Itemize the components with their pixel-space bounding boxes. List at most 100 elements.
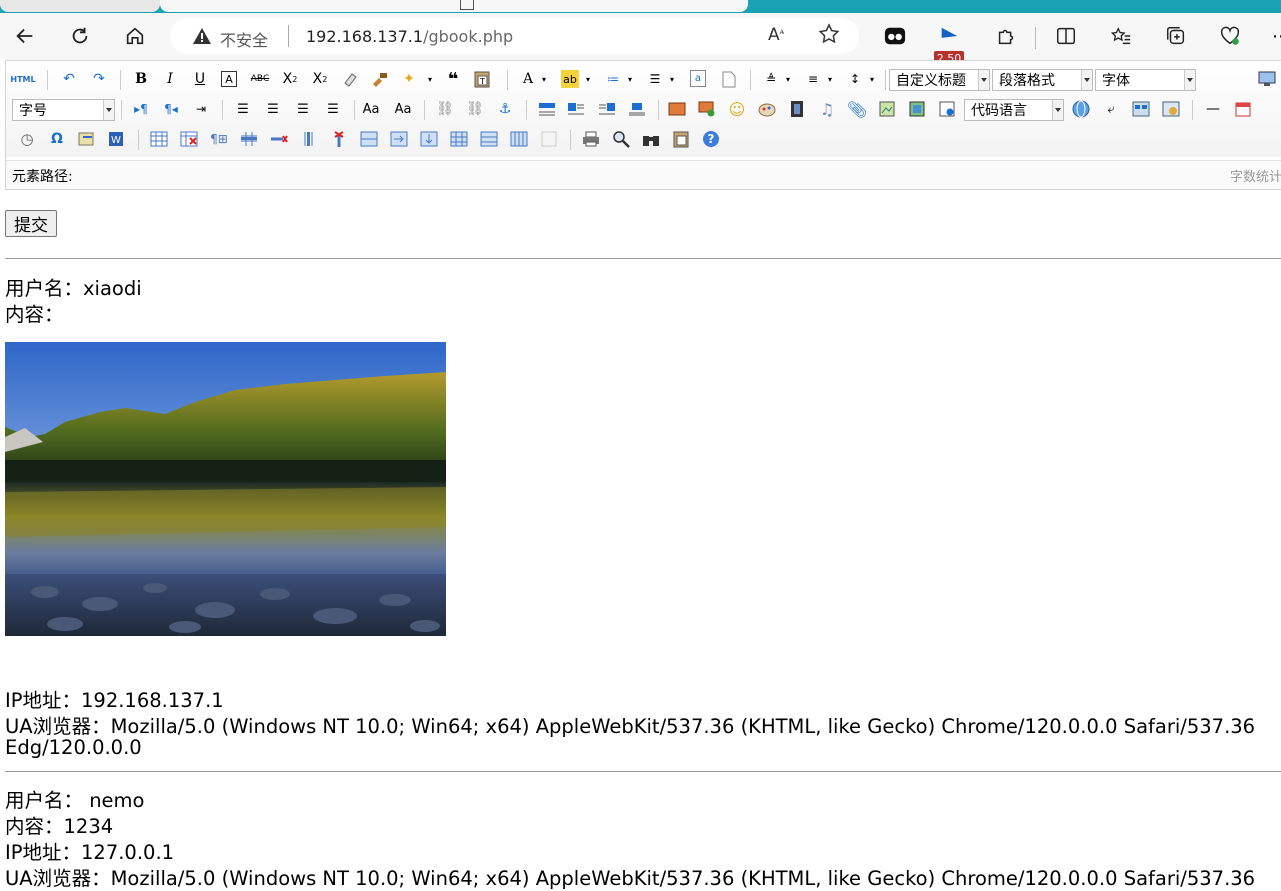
auto-typeset-icon[interactable]: ✦ — [400, 70, 418, 88]
ltr-direction-icon[interactable]: ▸¶ — [132, 100, 150, 118]
align-left-icon[interactable]: ☰ — [234, 100, 252, 118]
back-button[interactable] — [10, 21, 40, 51]
image-none-icon[interactable] — [538, 100, 556, 118]
split-screen-button[interactable] — [1053, 23, 1079, 49]
home-button[interactable] — [120, 21, 150, 51]
image-left-icon[interactable] — [567, 100, 585, 118]
favorites-button[interactable] — [1108, 23, 1134, 49]
reload-button[interactable] — [65, 21, 95, 51]
subscript-icon[interactable]: X2 — [311, 70, 329, 88]
browser-tab-active[interactable] — [160, 0, 748, 12]
redo-icon[interactable]: ↷ — [90, 70, 108, 88]
undo-icon[interactable]: ↶ — [60, 70, 78, 88]
snap-screen-icon[interactable] — [78, 130, 96, 148]
lowercase-icon[interactable]: Aa — [394, 100, 412, 118]
delete-col-icon[interactable] — [330, 130, 348, 148]
extension-media-icon[interactable] — [936, 23, 962, 49]
more-menu-button[interactable]: ⋯ — [1268, 23, 1281, 49]
dropdown-arrow-icon[interactable]: ▾ — [826, 70, 834, 88]
map-icon[interactable] — [878, 100, 896, 118]
custom-heading-select[interactable]: 自定义标题 — [889, 69, 990, 91]
chart-icon[interactable] — [540, 130, 558, 148]
unordered-list-icon[interactable]: ☰ — [646, 70, 664, 88]
align-center-icon[interactable]: ☰ — [264, 100, 282, 118]
dropdown-arrow-icon[interactable]: ▾ — [540, 70, 548, 88]
star-icon[interactable] — [817, 22, 841, 46]
indent-icon[interactable]: ⇥ — [192, 100, 210, 118]
dropdown-arrow-icon[interactable]: ▾ — [426, 70, 434, 88]
link-icon[interactable]: ⛓ — [436, 100, 454, 118]
image-center-icon[interactable] — [628, 100, 646, 118]
paste-text-icon[interactable]: T — [473, 70, 491, 88]
special-chars-icon[interactable]: Ω — [48, 130, 66, 148]
word-image-icon[interactable]: W — [108, 130, 126, 148]
time-icon[interactable]: ◷ — [18, 130, 36, 148]
browser-essentials-button[interactable] — [1217, 23, 1243, 49]
anchor-icon[interactable]: ⚓ — [496, 100, 514, 118]
font-size-select[interactable]: 字号 — [12, 99, 115, 121]
row-spacing-bottom-icon[interactable]: ≡ — [804, 70, 822, 88]
paragraph-format-select[interactable]: 段落格式 — [992, 69, 1093, 91]
uppercase-icon[interactable]: Aa — [362, 100, 380, 118]
preview-icon[interactable] — [1258, 70, 1276, 88]
strikethrough-icon[interactable]: ABC — [251, 70, 269, 88]
drafts-icon[interactable] — [672, 130, 690, 148]
code-language-select[interactable]: 代码语言 — [964, 99, 1064, 121]
scrawl-icon[interactable] — [758, 100, 776, 118]
ordered-list-icon[interactable]: ≔ — [604, 70, 622, 88]
collections-button[interactable] — [1163, 23, 1189, 49]
insert-col-icon[interactable] — [300, 130, 318, 148]
dropdown-arrow-icon[interactable]: ▾ — [668, 70, 676, 88]
insert-paragraph-before-table-icon[interactable]: ¶⊞ — [210, 130, 228, 148]
eraser-icon[interactable] — [341, 70, 359, 88]
font-border-icon[interactable]: A — [221, 71, 237, 87]
unlink-icon[interactable]: ⛓ — [466, 100, 484, 118]
italic-icon[interactable]: I — [161, 70, 179, 88]
merge-down-icon[interactable] — [420, 130, 438, 148]
background-icon[interactable] — [1162, 100, 1180, 118]
split-to-cells-icon[interactable] — [450, 130, 468, 148]
extensions-button[interactable] — [993, 23, 1019, 49]
line-height-icon[interactable]: ↕ — [846, 70, 864, 88]
split-to-cols-icon[interactable] — [510, 130, 528, 148]
bold-icon[interactable]: B — [132, 70, 150, 88]
insert-table-icon[interactable] — [150, 130, 168, 148]
underline-icon[interactable]: U — [191, 70, 209, 88]
align-right-icon[interactable]: ☰ — [294, 100, 312, 118]
google-map-icon[interactable] — [908, 100, 926, 118]
image-right-icon[interactable] — [598, 100, 616, 118]
date-icon[interactable] — [1234, 100, 1252, 118]
superscript-icon[interactable]: X2 — [281, 70, 299, 88]
dropdown-arrow-icon[interactable]: ▾ — [584, 70, 592, 88]
html-source-icon[interactable]: HTML — [10, 70, 35, 88]
insert-row-icon[interactable] — [240, 130, 258, 148]
insert-video-icon[interactable] — [788, 100, 806, 118]
blockquote-icon[interactable]: ❝ — [444, 69, 462, 90]
select-all-icon[interactable]: a — [690, 70, 706, 87]
submit-button[interactable]: 提交 — [5, 210, 57, 237]
insert-image-icon[interactable] — [668, 100, 686, 118]
delete-table-icon[interactable] — [180, 130, 198, 148]
address-bar[interactable]: 不安全 192.168.137.1/gbook.php Aꭺ — [170, 18, 859, 54]
row-spacing-top-icon[interactable]: ≜ — [762, 70, 780, 88]
dropdown-arrow-icon[interactable]: ▾ — [626, 70, 634, 88]
template-icon[interactable] — [1132, 100, 1150, 118]
search-replace-icon[interactable] — [612, 130, 630, 148]
read-aloud-icon[interactable]: Aꭺ — [768, 25, 784, 45]
url-text[interactable]: 192.168.137.1/gbook.php — [306, 27, 513, 46]
delete-row-icon[interactable] — [270, 130, 288, 148]
rtl-direction-icon[interactable]: ¶◂ — [162, 100, 180, 118]
dropdown-arrow-icon[interactable]: ▾ — [868, 70, 876, 88]
merge-right-icon[interactable] — [390, 130, 408, 148]
merge-cells-icon[interactable] — [360, 130, 378, 148]
web-picture-icon[interactable] — [1072, 100, 1090, 118]
multi-image-icon[interactable] — [698, 100, 716, 118]
background-color-icon[interactable]: ab — [561, 70, 579, 88]
browser-tab-left[interactable] — [0, 0, 160, 12]
insert-frame-icon[interactable] — [938, 100, 956, 118]
font-color-icon[interactable]: A — [519, 70, 537, 88]
page-break-icon[interactable]: ⤶ — [1102, 100, 1120, 118]
horizontal-rule-icon[interactable]: — — [1204, 100, 1222, 118]
attachment-icon[interactable]: 📎︎ — [847, 100, 867, 119]
clear-document-icon[interactable] — [720, 70, 738, 88]
